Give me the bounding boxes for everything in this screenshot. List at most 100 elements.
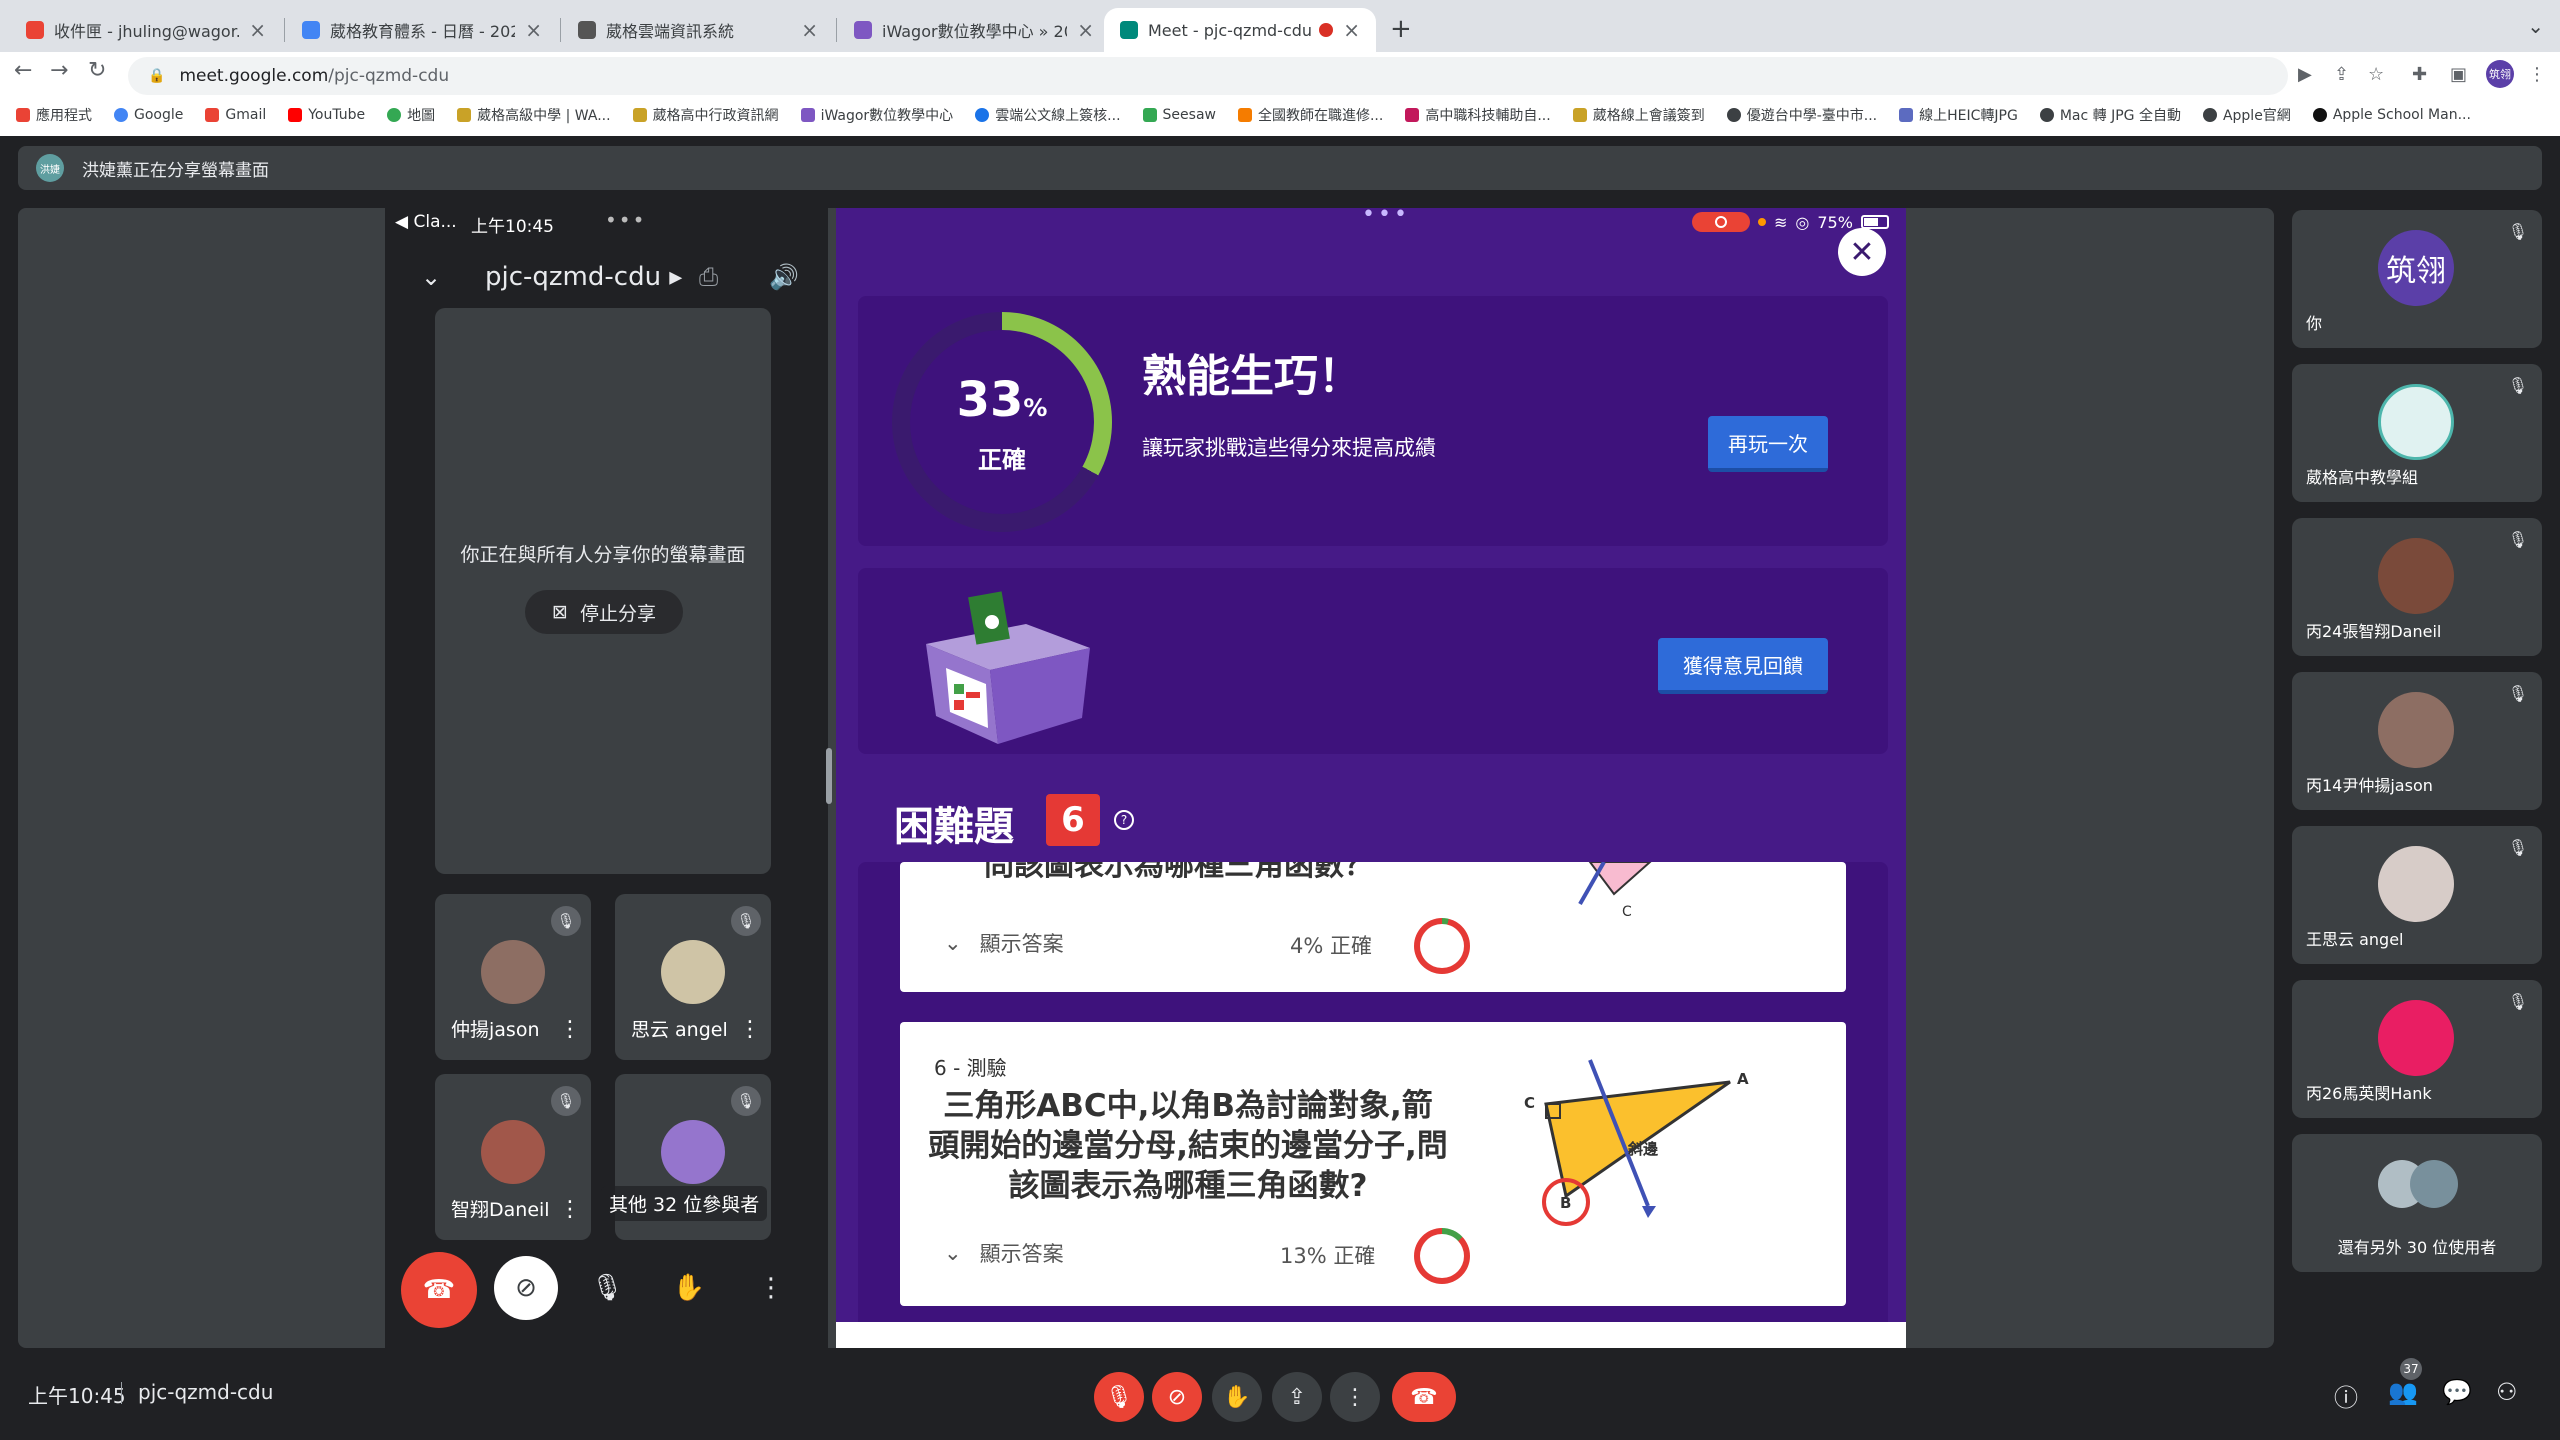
app-bottom-bar xyxy=(836,1322,1906,1348)
tab-iwagor[interactable]: iWagor數位教學中心 » 2022年 × xyxy=(838,8,1110,52)
replay-button[interactable]: 再玩一次 xyxy=(1708,416,1828,472)
bookmark-item[interactable]: 地圖 xyxy=(387,105,435,125)
participant-name: 葳格高中教學組 xyxy=(2306,468,2419,487)
tab-gmail[interactable]: 收件匣 - jhuling@wagor.tc.edu. × xyxy=(10,8,282,52)
presenter-avatar: 洪婕 xyxy=(36,154,64,182)
participant-tile-self[interactable]: 🎙 筑翎 你 xyxy=(2292,210,2542,348)
participant-tile[interactable]: 🎙 仲揚jason ⋮ xyxy=(435,894,591,1060)
screen-record-indicator-icon xyxy=(1692,212,1750,232)
bookmarks-bar: 應用程式 Google Gmail YouTube 地圖 葳格高級中學 | WA… xyxy=(16,98,2546,132)
show-answer-toggle[interactable]: ⌄ 顯示答案 xyxy=(944,928,1064,958)
bookmark-item[interactable]: 全國教師在職進修... xyxy=(1237,105,1383,125)
mic-off-button[interactable]: 🎙 xyxy=(1094,1372,1144,1422)
participant-tile[interactable]: 🎙 丙24張智翔Daneil xyxy=(2292,518,2542,656)
participant-tile[interactable]: 🎙 王思云 angel xyxy=(2292,826,2542,964)
bookmark-item[interactable]: 葳格線上會議簽到 xyxy=(1572,105,1705,125)
bookmark-item[interactable]: iWagor數位教學中心 xyxy=(800,105,953,125)
participant-tile[interactable]: 🎙 丙14尹仲揚jason xyxy=(2292,672,2542,810)
tab-cloud-system[interactable]: 葳格雲端資訊系統 × xyxy=(562,8,834,52)
participant-tile[interactable]: 🎙 丙26馬英閔Hank xyxy=(2292,980,2542,1118)
close-icon[interactable]: × xyxy=(1077,18,1094,42)
stop-share-icon: ⊠ xyxy=(552,601,568,623)
avatar xyxy=(661,940,725,1004)
activities-icon[interactable]: ⚇ xyxy=(2496,1378,2518,1406)
more-options-icon[interactable]: ⋮ xyxy=(559,1017,581,1042)
phone-end-call-button[interactable]: ☎ xyxy=(401,1252,477,1328)
close-icon[interactable]: × xyxy=(249,18,266,42)
bookmark-item[interactable]: Google xyxy=(114,107,183,123)
battery-level: 75% xyxy=(1817,212,1853,232)
bookmark-star-icon[interactable]: ☆ xyxy=(2368,64,2384,85)
tab-search-chevron-icon[interactable]: ⌄ xyxy=(2527,14,2544,38)
close-icon[interactable]: × xyxy=(525,18,542,42)
wagor-icon xyxy=(578,21,596,39)
bookmark-item[interactable]: 葳格高中行政資訊網 xyxy=(632,105,779,125)
forward-icon[interactable]: → xyxy=(50,58,68,83)
bookmark-item[interactable]: Gmail xyxy=(205,107,266,123)
share-icon[interactable]: ⇪ xyxy=(2334,64,2349,85)
bookmark-item[interactable]: Seesaw xyxy=(1142,107,1216,123)
more-options-icon[interactable]: ⋮ xyxy=(559,1197,581,1222)
bookmark-item[interactable]: YouTube xyxy=(288,107,365,123)
bookmark-item[interactable]: 線上HEIC轉JPG xyxy=(1899,105,2018,125)
bookmark-item[interactable]: 應用程式 xyxy=(16,105,92,125)
phone-raise-hand-button[interactable]: ✋ xyxy=(657,1256,721,1320)
help-icon[interactable]: ? xyxy=(1114,810,1134,830)
chevron-down-icon[interactable]: ⌄ xyxy=(421,263,441,291)
question-card: 問該圖表示為哪種三角函數？ C ⌄ 顯示答案 4% 正確 xyxy=(900,862,1846,992)
reload-icon[interactable]: ↻ xyxy=(88,58,106,83)
tab-meet[interactable]: Meet - pjc-qzmd-cdu × xyxy=(1104,8,1376,52)
meeting-code: pjc-qzmd-cdu xyxy=(138,1380,274,1404)
camera-in-use-icon[interactable]: ▶ xyxy=(2298,64,2312,85)
leave-call-button[interactable]: ☎ xyxy=(1392,1372,1456,1422)
question-accuracy-ring xyxy=(1414,918,1470,974)
bookmark-item[interactable]: Mac 轉 JPG 全自動 xyxy=(2039,105,2181,125)
phone-more-button[interactable]: ⋮ xyxy=(739,1256,803,1320)
back-icon[interactable]: ← xyxy=(14,58,32,83)
phone-meeting-code[interactable]: pjc-qzmd-cdu ▸ xyxy=(485,262,682,292)
iwagor-icon xyxy=(854,21,872,39)
extensions-icon[interactable]: ✚ xyxy=(2412,64,2427,85)
chat-icon[interactable]: 💬 xyxy=(2442,1378,2472,1406)
camera-off-button[interactable]: ⊘ xyxy=(1152,1372,1202,1422)
switch-camera-icon[interactable]: ⎙ xyxy=(699,263,718,291)
close-icon[interactable]: × xyxy=(801,18,818,42)
speaker-icon[interactable]: 🔊 xyxy=(769,263,799,291)
bookmark-item[interactable]: Apple官網 xyxy=(2202,105,2291,125)
participant-tile[interactable]: 🎙 思云 angel ⋮ xyxy=(615,894,771,1060)
new-tab-button[interactable]: + xyxy=(1390,14,1412,44)
address-bar[interactable]: 🔒 meet.google.com /pjc-qzmd-cdu xyxy=(128,57,2288,95)
close-icon[interactable]: × xyxy=(1343,18,1360,42)
show-answer-toggle[interactable]: ⌄ 顯示答案 xyxy=(944,1238,1064,1268)
splitview-handle[interactable] xyxy=(826,748,832,804)
close-button[interactable]: ✕ xyxy=(1838,228,1886,276)
people-icon[interactable]: 👥 xyxy=(2388,1378,2418,1406)
tab-title: iWagor數位教學中心 » 2022年 xyxy=(882,22,1067,41)
participant-tile[interactable]: 🎙 葳格高中教學組 xyxy=(2292,364,2542,502)
tab-calendar[interactable]: 葳格教育體系 - 日曆 - 2022年5月 × xyxy=(286,8,558,52)
calendar-icon xyxy=(302,21,320,39)
more-participants-tile[interactable]: 還有另外 30 位使用者 xyxy=(2292,1134,2542,1272)
lock-icon: 🔒 xyxy=(148,68,166,84)
meeting-details-icon[interactable]: ⓘ xyxy=(2334,1378,2358,1413)
phone-camera-off-button[interactable]: ⊘ xyxy=(494,1256,558,1320)
participant-tile[interactable]: 🎙 智翔Daneil ⋮ xyxy=(435,1074,591,1240)
more-options-icon[interactable]: ⋮ xyxy=(739,1017,761,1042)
bookmark-item[interactable]: 葳格高級中學 | WA... xyxy=(457,105,611,125)
phone-meet-panel: ◀ Cla... 上午10:45 ••• ⌄ pjc-qzmd-cdu ▸ ⎙ … xyxy=(385,208,828,1348)
present-now-button[interactable]: ⇪ xyxy=(1272,1372,1322,1422)
get-feedback-button[interactable]: 獲得意見回饋 xyxy=(1658,638,1828,694)
profile-avatar[interactable]: 筑翎 xyxy=(2486,60,2514,88)
phone-mic-button[interactable]: 🎙 xyxy=(575,1256,639,1320)
sharing-notice: 你正在與所有人分享你的螢幕畫面 xyxy=(460,544,746,566)
mic-off-icon: 🎙 xyxy=(2507,992,2528,1011)
bookmark-item[interactable]: 優遊台中學-臺中市... xyxy=(1726,105,1877,125)
bookmark-item[interactable]: 高中職科技輔助自... xyxy=(1405,105,1551,125)
raise-hand-button[interactable]: ✋ xyxy=(1212,1372,1262,1422)
more-options-button[interactable]: ⋮ xyxy=(1330,1372,1380,1422)
menu-icon[interactable]: ⋮ xyxy=(2528,64,2546,85)
stop-sharing-button[interactable]: ⊠ 停止分享 xyxy=(525,590,683,634)
bookmark-item[interactable]: 雲端公文線上簽核... xyxy=(975,105,1121,125)
side-panel-icon[interactable]: ▣ xyxy=(2450,64,2467,85)
bookmark-item[interactable]: Apple School Man... xyxy=(2312,107,2471,123)
